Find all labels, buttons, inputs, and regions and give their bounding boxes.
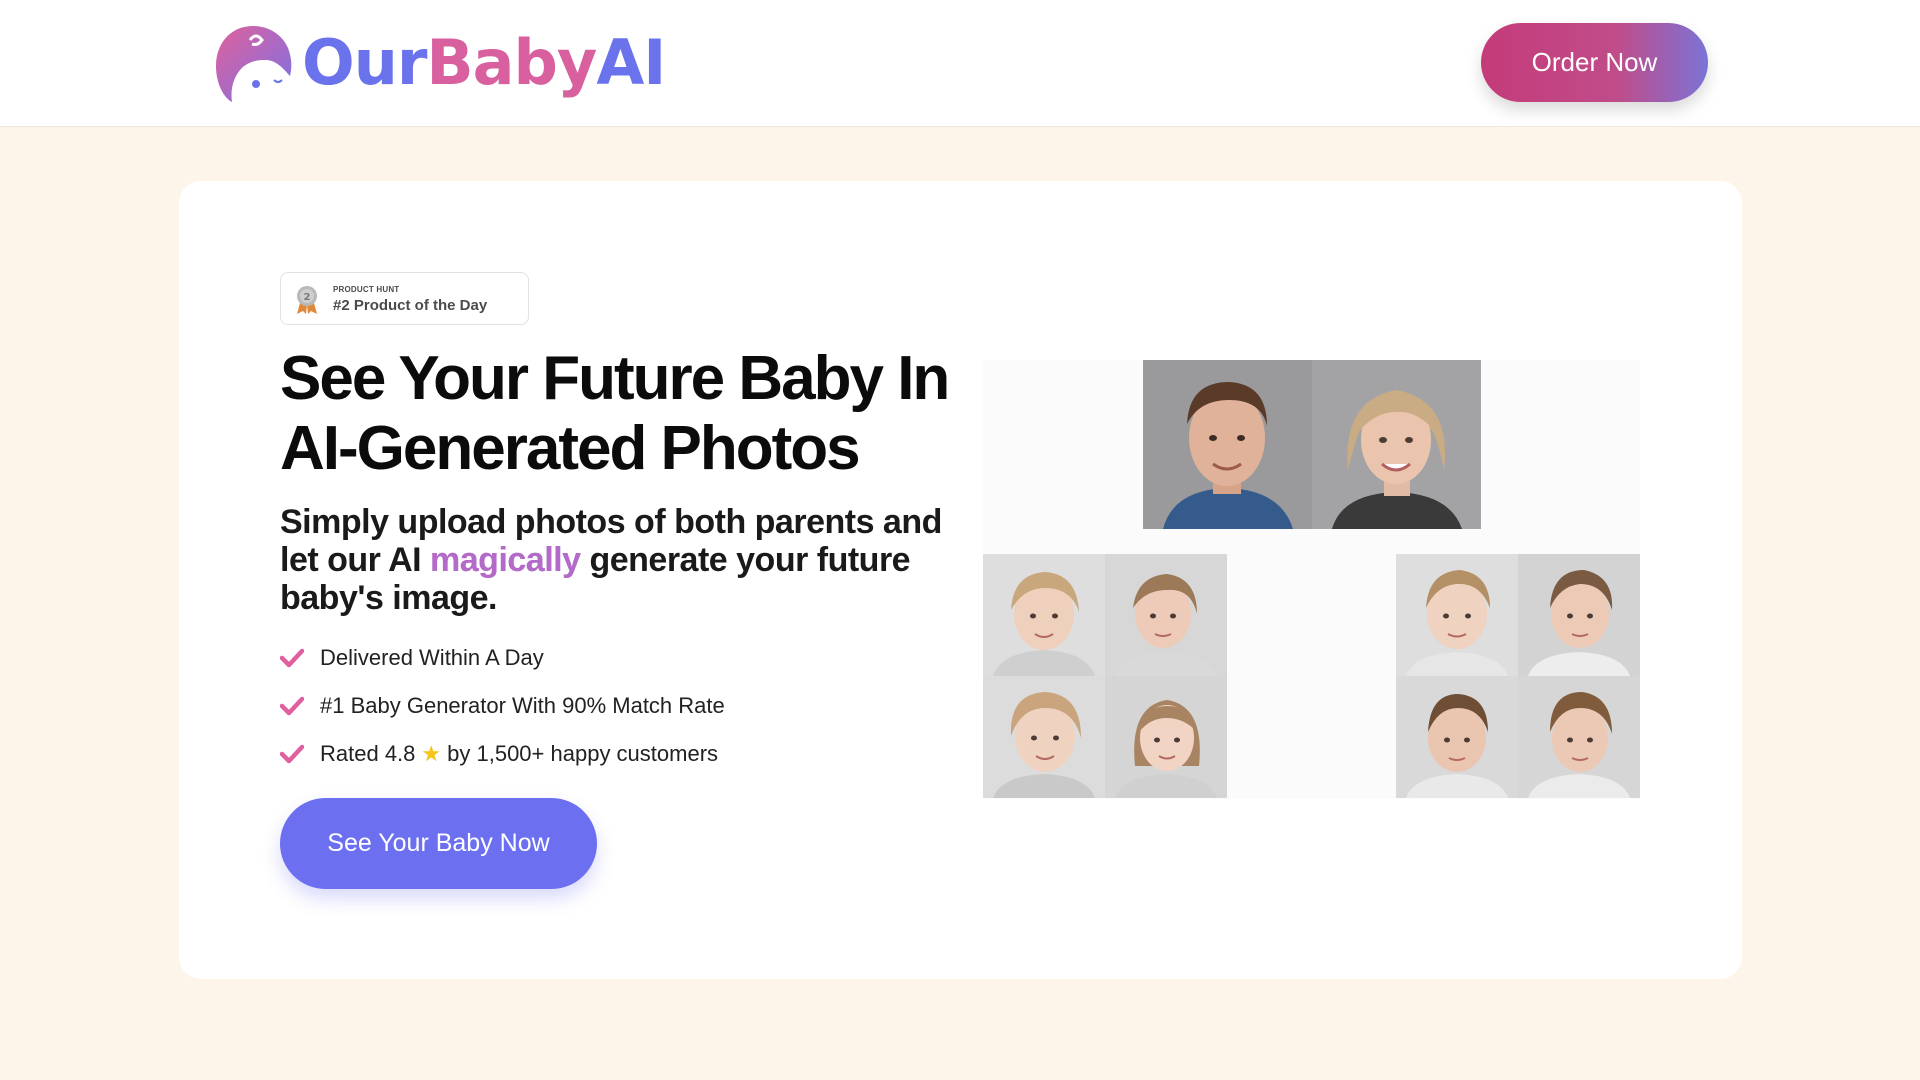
check-icon [280,648,304,668]
site-header: OurBabyAI Order Now [0,0,1920,127]
star-icon: ★ [421,741,442,767]
check-icon [280,744,304,764]
logo-wordmark: OurBabyAI [302,32,666,94]
see-your-baby-button[interactable]: See Your Baby Now [280,798,597,889]
baby-logo-icon [216,26,292,102]
feature-text-customers: by 1,500+ happy customers [447,741,719,766]
baby-girl-photo-3 [983,676,1105,798]
baby-boy-photo-3 [1396,676,1518,798]
headline-line-1: See Your Future Baby In [280,344,950,413]
baby-girl-photo-2 [1105,554,1227,676]
hero-headline: See Your Future Baby In AI-Generated Phot… [280,344,980,484]
headline-line-2: AI-Generated Photos [280,414,861,483]
check-icon [280,696,304,716]
logo[interactable]: OurBabyAI [212,22,666,104]
feature-text-rating: Rated 4.8 [320,741,416,766]
photo-collage [983,360,1640,799]
baby-boy-photo-4 [1518,676,1640,798]
badge-title: #2 Product of the Day [333,297,488,314]
hero-subhead: Simply upload photos of both parents and… [280,503,960,617]
medal-icon: 2 [297,286,317,314]
father-photo [1143,360,1312,529]
baby-girl-photo-4 [1105,676,1227,798]
product-hunt-badge[interactable]: 2 PRODUCT HUNT #2 Product of the Day [280,272,529,325]
feature-item: Delivered Within A Day [280,634,725,682]
logo-text-our: Our [302,26,427,99]
feature-text: #1 Baby Generator With 90% Match Rate [320,693,725,718]
svg-text:2: 2 [304,292,311,303]
logo-text-baby: Baby [426,26,597,99]
feature-text: Delivered Within A Day [320,645,544,670]
mother-photo [1312,360,1481,529]
badge-kicker: PRODUCT HUNT [333,285,400,294]
subhead-highlight: magically [430,541,581,579]
order-now-button[interactable]: Order Now [1481,23,1708,102]
baby-boy-photo-2 [1518,554,1640,676]
logo-text-ai: AI [596,26,666,99]
baby-boy-photo-1 [1396,554,1518,676]
baby-girl-photo-1 [983,554,1105,676]
feature-list: Delivered Within A Day #1 Baby Generator… [280,634,725,778]
feature-item: #1 Baby Generator With 90% Match Rate [280,682,725,730]
feature-item: Rated 4.8 ★ by 1,500+ happy customers [280,730,725,778]
